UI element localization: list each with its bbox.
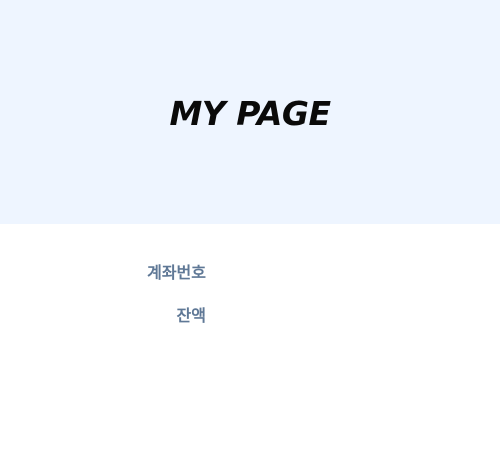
page-header: MY PAGE bbox=[0, 0, 500, 224]
my-page: MY PAGE 계좌번호 잔액 bbox=[0, 0, 500, 450]
account-number-label: 계좌번호 bbox=[147, 263, 206, 282]
account-info-panel: 계좌번호 잔액 bbox=[0, 224, 500, 450]
page-title: MY PAGE bbox=[169, 94, 331, 134]
balance-label: 잔액 bbox=[176, 306, 206, 325]
